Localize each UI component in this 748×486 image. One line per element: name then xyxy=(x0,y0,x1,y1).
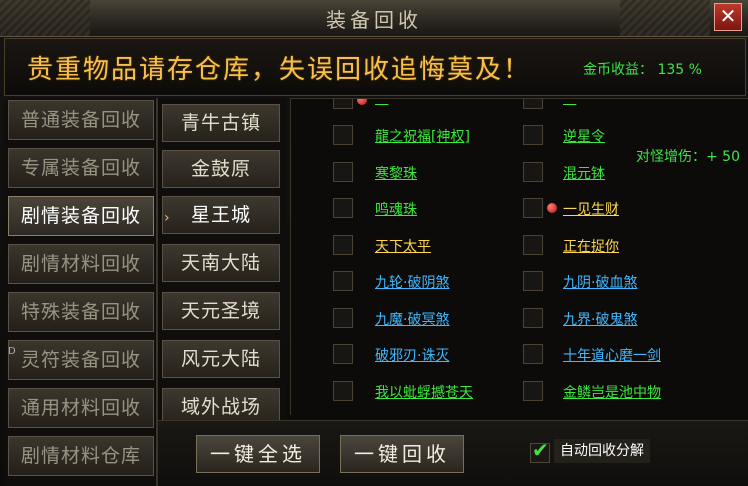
selected-arrow-icon: › xyxy=(164,210,170,226)
category-tab[interactable]: 普通装备回收 xyxy=(8,100,154,140)
item-name[interactable]: 混元钵 xyxy=(563,163,605,183)
item-name-partial: ··· xyxy=(375,98,389,107)
item-checkbox[interactable] xyxy=(523,235,543,255)
location-list: 青牛古镇 金鼓原 星王城 天南大陆 天元圣境 风元大陆 域外战场 xyxy=(158,98,286,426)
item-checkbox[interactable] xyxy=(333,381,353,401)
category-tab[interactable]: 剧情材料回收 xyxy=(8,244,154,284)
item-name[interactable]: 十年道心磨一剑 xyxy=(563,345,661,365)
item-name[interactable]: 九轮·破阴煞 xyxy=(375,272,449,292)
item-checkbox[interactable] xyxy=(523,162,543,182)
item-name[interactable]: 我以蚍蜉撼苍天 xyxy=(375,382,473,402)
location-tab-active[interactable]: 星王城 xyxy=(162,196,280,234)
item-checkbox[interactable] xyxy=(333,198,353,218)
item-name[interactable]: 鸣魂珠 xyxy=(375,199,417,219)
location-tab[interactable]: 金鼓原 xyxy=(162,150,280,188)
item-name[interactable]: 九阴·破血煞 xyxy=(563,272,637,292)
item-checkbox[interactable] xyxy=(333,235,353,255)
window-title: 装备回收 xyxy=(326,8,422,32)
item-checkbox[interactable] xyxy=(333,344,353,364)
category-sidebar: 普通装备回收 专属装备回收 剧情装备回收 剧情材料回收 特殊装备回收 灵符装备回… xyxy=(4,98,158,486)
item-name[interactable]: 九魔·破冥煞 xyxy=(375,309,449,329)
item-checkbox[interactable] xyxy=(523,271,543,291)
item-name[interactable]: 正在捉你 xyxy=(563,236,619,256)
category-tab[interactable]: 通用材料回收 xyxy=(8,388,154,428)
category-tab[interactable]: 特殊装备回收 xyxy=(8,292,154,332)
item-name[interactable]: 逆星令 xyxy=(563,126,605,146)
title-bar[interactable]: 装备回收 ✕ xyxy=(0,0,748,37)
marker-dot-icon xyxy=(357,99,367,105)
item-checkbox[interactable] xyxy=(333,308,353,328)
item-checkbox[interactable] xyxy=(333,162,353,182)
item-name[interactable]: 一见生财 xyxy=(563,199,619,219)
close-icon[interactable]: ✕ xyxy=(714,3,742,31)
item-name[interactable]: 金鳞岂是池中物 xyxy=(563,382,661,402)
location-tab[interactable]: 天元圣境 xyxy=(162,292,280,330)
recycle-button[interactable]: 一键回收 xyxy=(340,435,464,473)
auto-decompose-label[interactable]: 自动回收分解 xyxy=(554,439,650,463)
item-name[interactable]: 龍之祝福[神权] xyxy=(375,126,470,146)
location-tab[interactable]: 天南大陆 xyxy=(162,244,280,282)
item-checkbox[interactable] xyxy=(523,99,543,109)
auto-decompose-checkbox[interactable]: ✔ xyxy=(530,438,550,463)
warning-banner: 贵重物品请存仓库，失误回收追悔莫及！ 金币收益： 135 % xyxy=(4,38,746,96)
action-bar: 一键全选 一键回收 ✔ 自动回收分解 xyxy=(158,420,748,486)
gold-income-value: 135 % xyxy=(657,62,702,78)
item-checkbox[interactable] xyxy=(333,271,353,291)
item-checkbox[interactable] xyxy=(333,125,353,145)
category-tab[interactable]: 专属装备回收 xyxy=(8,148,154,188)
marker-dot-icon xyxy=(547,203,557,213)
select-all-button[interactable]: 一键全选 xyxy=(196,435,320,473)
item-checkbox[interactable] xyxy=(523,308,543,328)
item-checkbox[interactable] xyxy=(523,344,543,364)
location-tab[interactable]: 风元大陆 xyxy=(162,340,280,378)
gold-income: 金币收益： 135 % xyxy=(583,59,702,79)
item-name-partial: ··· xyxy=(563,98,577,107)
warning-text: 贵重物品请存仓库，失误回收追悔莫及！ xyxy=(27,55,532,85)
item-name[interactable]: 破邪刃·诛灭 xyxy=(375,345,449,365)
recycle-window: 装备回收 ✕ 贵重物品请存仓库，失误回收追悔莫及！ 金币收益： 135 % 普通… xyxy=(0,0,748,486)
location-tab[interactable]: 青牛古镇 xyxy=(162,104,280,142)
category-tab[interactable]: 剧情材料仓库 xyxy=(8,436,154,476)
item-name[interactable]: 九界·破鬼煞 xyxy=(563,309,637,329)
gold-income-label: 金币收益： xyxy=(583,62,653,78)
item-checkbox[interactable] xyxy=(523,125,543,145)
item-checkbox[interactable] xyxy=(523,381,543,401)
item-name[interactable]: 寒黎珠 xyxy=(375,163,417,183)
item-checkbox[interactable] xyxy=(333,99,353,109)
damage-bonus: 对怪增伤：+ 50 xyxy=(636,149,740,165)
category-tab-active[interactable]: 剧情装备回收 xyxy=(8,196,154,236)
checkmark-icon: ✔ xyxy=(532,438,549,462)
item-name[interactable]: 天下太平 xyxy=(375,236,431,256)
item-checkbox[interactable] xyxy=(523,198,543,218)
corner-mark: D xyxy=(8,346,16,357)
category-tab[interactable]: 灵符装备回收 xyxy=(8,340,154,380)
